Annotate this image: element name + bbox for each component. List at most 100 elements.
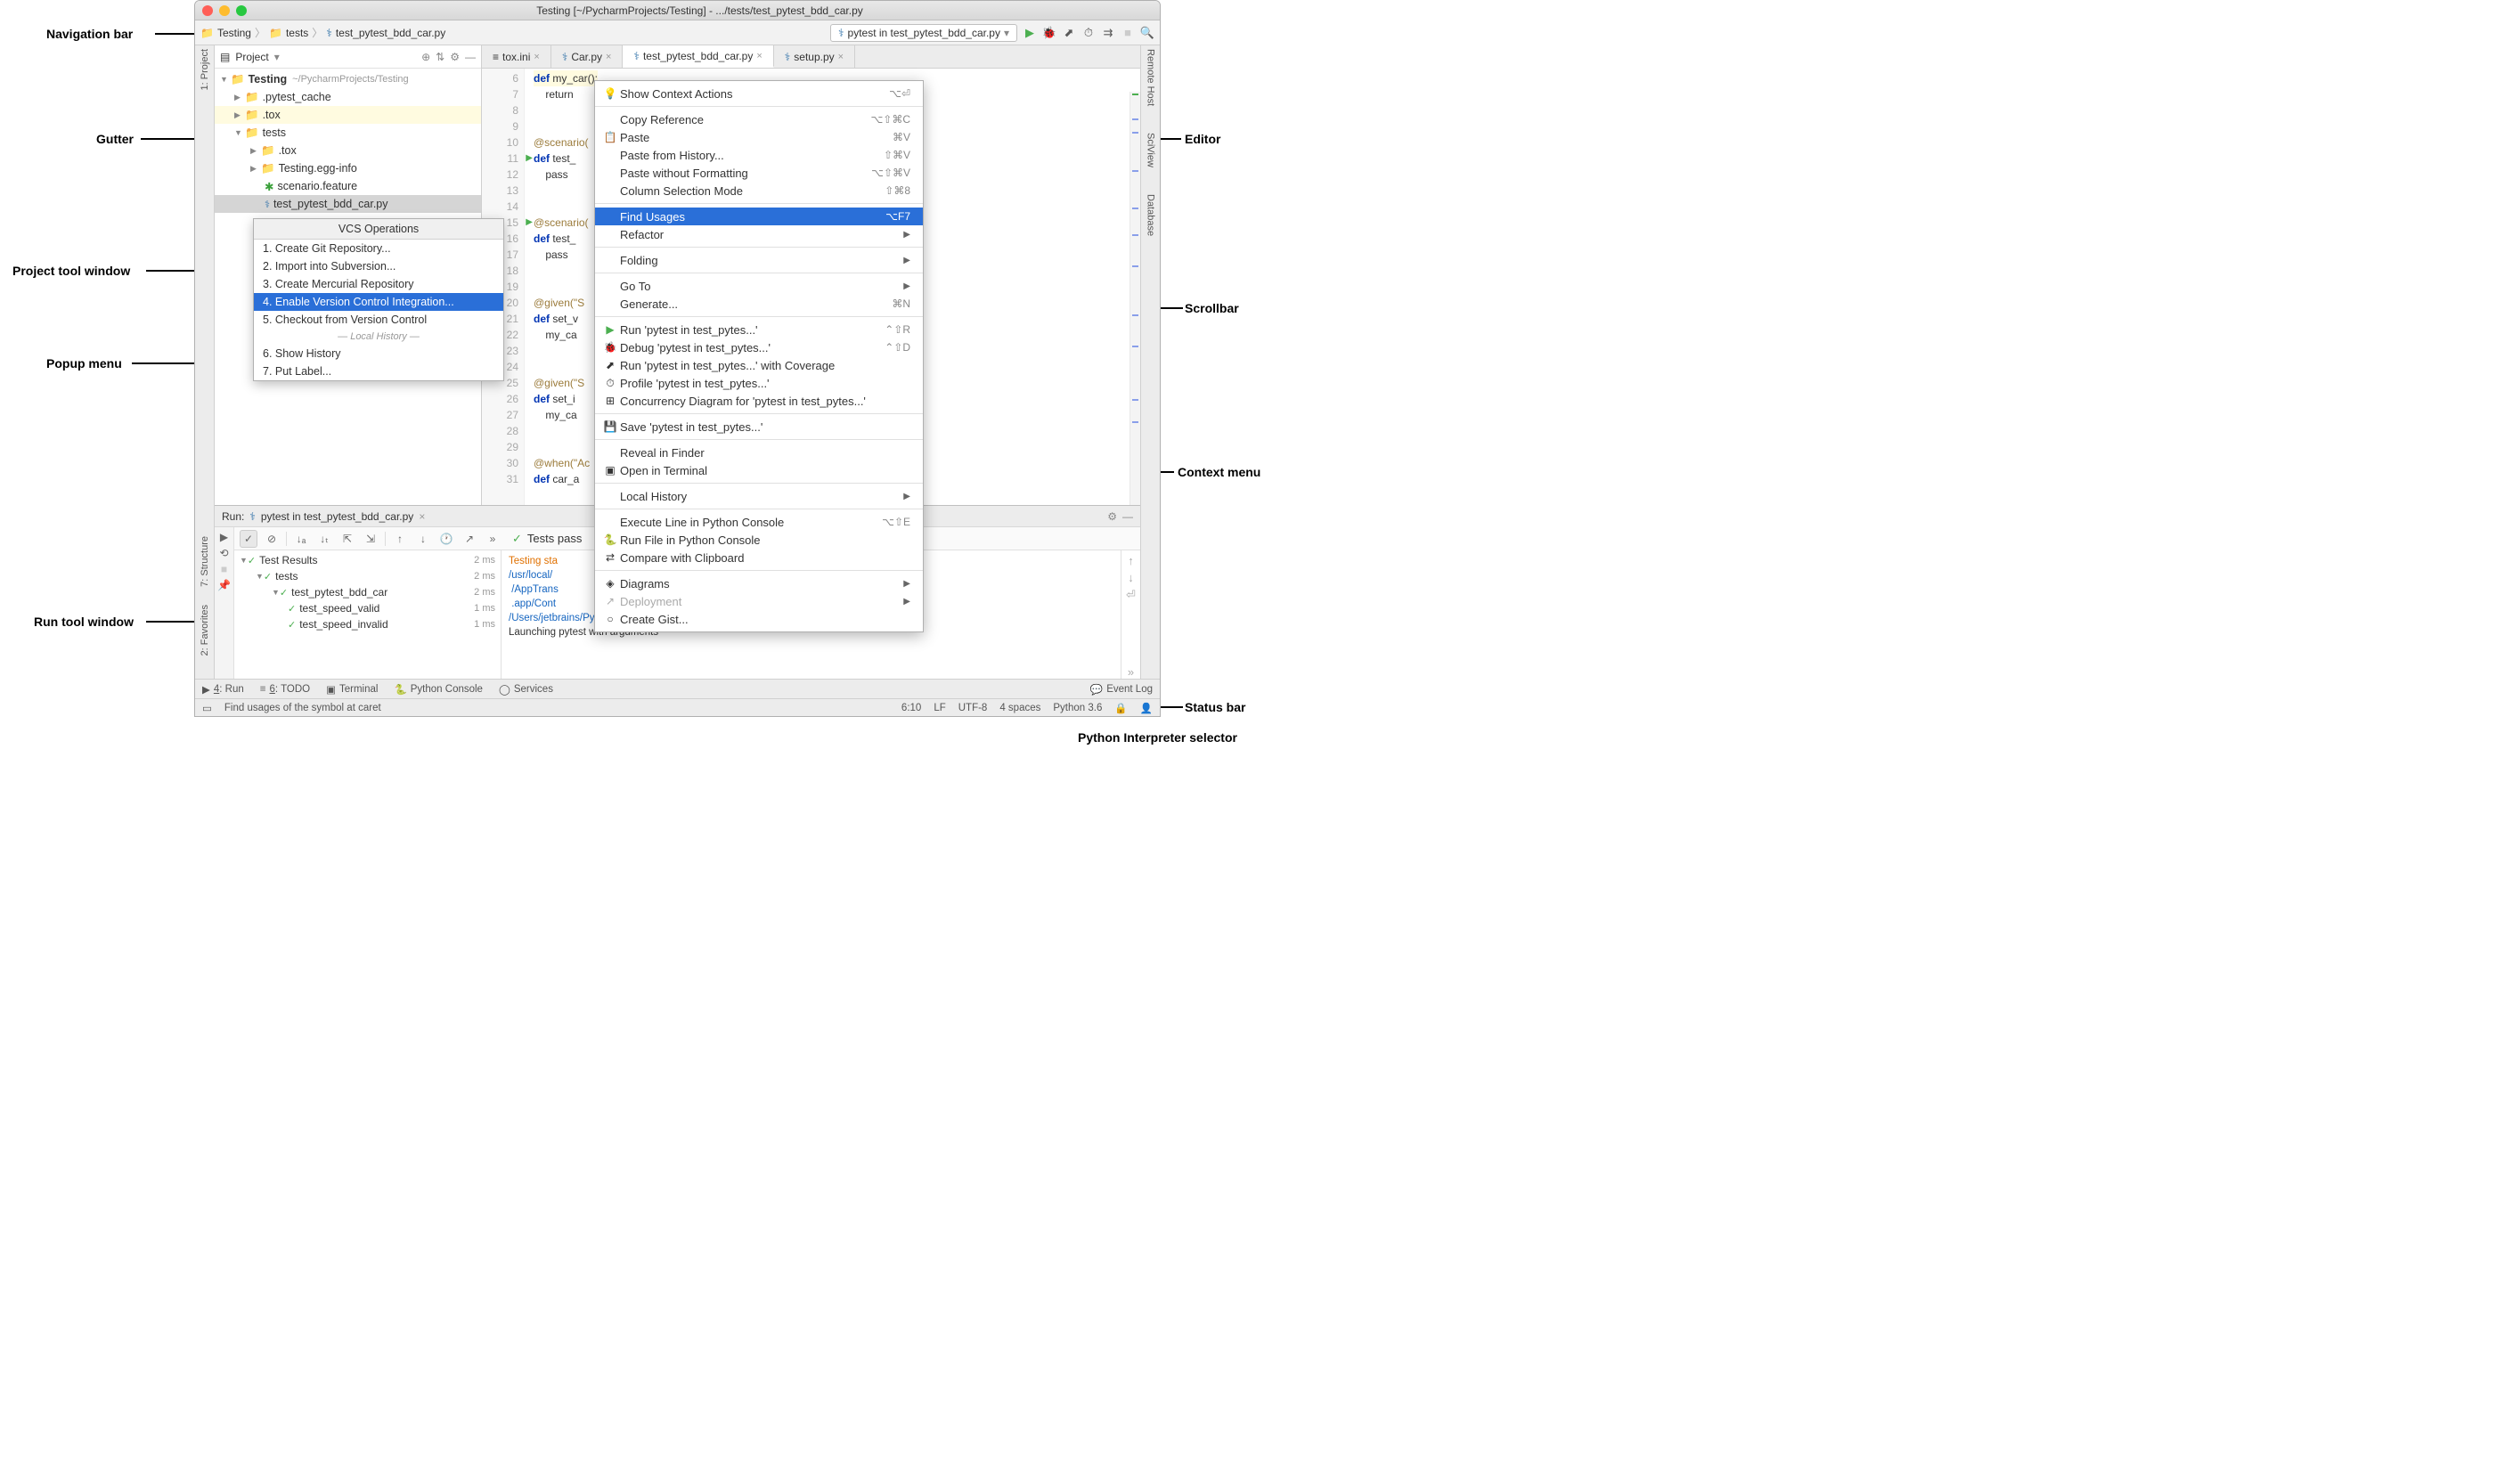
run-button[interactable]: ▶ [1023, 26, 1037, 40]
context-menu-item[interactable]: Go To▶ [595, 277, 923, 295]
file-encoding[interactable]: UTF-8 [958, 703, 988, 713]
collapse-button[interactable]: ⇲ [362, 530, 379, 548]
close-icon[interactable]: × [534, 52, 539, 62]
vcs-popup-item[interactable]: 7. Put Label... [254, 362, 503, 380]
vcs-popup-item[interactable]: 2. Import into Subversion... [254, 257, 503, 275]
rerun-button[interactable]: ▶ [220, 531, 228, 543]
sort-button[interactable]: ↓ₐ [292, 530, 310, 548]
project-tool-button[interactable]: 1: Project [200, 49, 210, 90]
test-tree[interactable]: ▼ ✓Test Results2 ms▼ ✓tests2 ms▼ ✓test_p… [234, 550, 502, 679]
inspection-icon[interactable]: 👤 [1140, 702, 1153, 714]
sciview-tool-button[interactable]: SciView [1146, 133, 1156, 167]
hide-icon[interactable]: — [1122, 510, 1133, 523]
context-menu-item[interactable]: Find Usages⌥F7 [595, 208, 923, 225]
stop-button[interactable]: ■ [221, 563, 227, 575]
context-menu-item[interactable]: ◈Diagrams▶ [595, 574, 923, 592]
tab-car-py[interactable]: ⚕Car.py× [551, 45, 624, 68]
coverage-button[interactable]: ⬈ [1062, 26, 1076, 40]
more-icon[interactable]: » [1128, 665, 1134, 679]
vcs-popup-item[interactable]: 3. Create Mercurial Repository [254, 275, 503, 293]
context-menu-item[interactable]: 🐞Debug 'pytest in test_pytes...'⌃⇧D [595, 338, 923, 356]
context-menu-item[interactable]: ○Create Gist... [595, 610, 923, 628]
project-tree[interactable]: ▼📁 Testing ~/PycharmProjects/Testing ▶📁.… [215, 69, 481, 215]
show-ignored-button[interactable]: ⊘ [263, 530, 281, 548]
test-tree-row[interactable]: ✓test_speed_invalid1 ms [234, 616, 501, 632]
history-button[interactable]: 🕐 [437, 530, 455, 548]
context-menu-item[interactable]: Execute Line in Python Console⌥⇧E [595, 513, 923, 531]
expand-button[interactable]: ⇱ [338, 530, 356, 548]
breadcrumb[interactable]: 📁 Testing 〉 📁 tests 〉 ⚕ test_pytest_bdd_… [200, 25, 445, 40]
services-tool-button[interactable]: ◯Services [499, 683, 553, 696]
database-tool-button[interactable]: Database [1146, 194, 1156, 236]
show-passed-button[interactable]: ✓ [240, 530, 257, 548]
context-menu-item[interactable]: Paste without Formatting⌥⇧⌘V [595, 164, 923, 182]
test-tree-row[interactable]: ▼ ✓Test Results2 ms [234, 552, 501, 568]
test-tree-row[interactable]: ▼ ✓tests2 ms [234, 568, 501, 584]
remote-host-tool-button[interactable]: Remote Host [1146, 49, 1156, 106]
context-menu-item[interactable]: 💡Show Context Actions⌥⏎ [595, 85, 923, 102]
editor-context-menu[interactable]: 💡Show Context Actions⌥⏎ Copy Reference⌥⇧⌘… [594, 80, 924, 632]
tree-item[interactable]: ▶📁.tox [215, 142, 481, 159]
context-menu-item[interactable]: Local History▶ [595, 487, 923, 505]
debug-button[interactable]: 🐞 [1042, 26, 1056, 40]
traffic-lights[interactable] [202, 5, 247, 16]
close-icon[interactable]: × [756, 51, 762, 61]
context-menu-item[interactable]: 📋Paste⌘V [595, 128, 923, 146]
hide-icon[interactable]: — [465, 51, 476, 63]
cursor-position[interactable]: 6:10 [901, 703, 921, 713]
context-menu-item[interactable]: Paste from History...⇧⌘V [595, 146, 923, 164]
context-menu-item[interactable]: 🐍Run File in Python Console [595, 531, 923, 549]
search-everywhere-button[interactable]: 🔍 [1140, 26, 1154, 40]
context-menu-item[interactable]: ⊞Concurrency Diagram for 'pytest in test… [595, 392, 923, 410]
prev-button[interactable]: ↑ [391, 530, 409, 548]
close-icon[interactable]: × [606, 52, 611, 62]
tree-item[interactable]: ✱scenario.feature [215, 177, 481, 195]
tab-tox-ini[interactable]: ≡tox.ini× [482, 45, 551, 68]
vcs-popup-item[interactable]: 5. Checkout from Version Control [254, 311, 503, 329]
context-menu-item[interactable]: Reveal in Finder [595, 444, 923, 461]
tree-item[interactable]: ▼📁tests [215, 124, 481, 142]
context-menu-item[interactable]: ⏱Profile 'pytest in test_pytes...' [595, 374, 923, 392]
sort-button[interactable]: ↓ₜ [315, 530, 333, 548]
lock-icon[interactable]: 🔒 [1114, 702, 1127, 714]
vcs-popup-item[interactable]: 6. Show History [254, 345, 503, 362]
export-button[interactable]: ↗ [461, 530, 478, 548]
chevron-down-icon[interactable]: ▾ [274, 51, 280, 63]
toggle-auto-test-button[interactable]: ⟲ [219, 547, 228, 559]
close-icon[interactable]: × [419, 510, 425, 523]
next-button[interactable]: ↓ [414, 530, 432, 548]
minimize-window-icon[interactable] [219, 5, 230, 16]
more-button[interactable]: » [484, 530, 502, 548]
context-menu-item[interactable]: ▶Run 'pytest in test_pytes...'⌃⇧R [595, 321, 923, 338]
python-interpreter-selector[interactable]: Python 3.6 [1053, 703, 1102, 713]
favorites-tool-button[interactable]: 2: Favorites [200, 605, 210, 656]
todo-tool-button[interactable]: ≡6: TODO [260, 684, 310, 695]
context-menu-item[interactable]: Folding▶ [595, 251, 923, 269]
context-menu-item[interactable]: Column Selection Mode⇧⌘8 [595, 182, 923, 200]
terminal-tool-button[interactable]: ▣Terminal [326, 683, 378, 696]
tree-root[interactable]: ▼📁 Testing ~/PycharmProjects/Testing [215, 70, 481, 88]
profile-button[interactable]: ⏱ [1081, 26, 1096, 40]
event-log-button[interactable]: 💬Event Log [1090, 683, 1153, 696]
indent-settings[interactable]: 4 spaces [999, 703, 1040, 713]
concurrency-button[interactable]: ⇉ [1101, 26, 1115, 40]
context-menu-item[interactable]: Refactor▶ [595, 225, 923, 243]
soft-wrap-icon[interactable]: ⏎ [1126, 588, 1136, 602]
context-menu-item[interactable]: ⬈Run 'pytest in test_pytes...' with Cove… [595, 356, 923, 374]
context-menu-item[interactable]: Copy Reference⌥⇧⌘C [595, 110, 923, 128]
vcs-operations-popup[interactable]: VCS Operations 1. Create Git Repository.… [253, 218, 504, 381]
close-icon[interactable]: × [838, 52, 844, 62]
tab-setup-py[interactable]: ⚕setup.py× [774, 45, 855, 68]
run-tool-button[interactable]: ▶4: Run [202, 683, 244, 696]
down-icon[interactable]: ↓ [1128, 571, 1134, 584]
vcs-popup-item[interactable]: 1. Create Git Repository... [254, 240, 503, 257]
python-console-tool-button[interactable]: 🐍Python Console [394, 683, 483, 696]
close-window-icon[interactable] [202, 5, 213, 16]
context-menu-item[interactable]: ▣Open in Terminal [595, 461, 923, 479]
test-tree-row[interactable]: ▼ ✓test_pytest_bdd_car2 ms [234, 584, 501, 600]
tab-test-pytest[interactable]: ⚕test_pytest_bdd_car.py× [623, 45, 773, 68]
test-tree-row[interactable]: ✓test_speed_valid1 ms [234, 600, 501, 616]
zoom-window-icon[interactable] [236, 5, 247, 16]
tree-item[interactable]: ▶📁Testing.egg-info [215, 159, 481, 177]
stop-button[interactable]: ■ [1121, 26, 1135, 40]
